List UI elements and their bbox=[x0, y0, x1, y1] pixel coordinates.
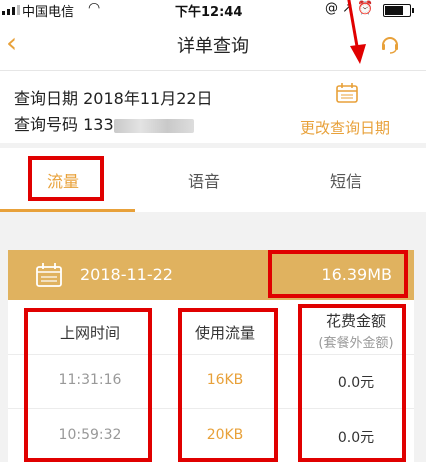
query-number-row: 查询号码 133 bbox=[14, 111, 194, 135]
summary-date: 2018-11-22 bbox=[80, 265, 173, 284]
redacted-number bbox=[113, 118, 194, 133]
calendar-icon-summary bbox=[36, 263, 62, 287]
highlight-box-total bbox=[268, 250, 408, 298]
annotation-arrow bbox=[347, 0, 366, 64]
tab-sms[interactable]: 短信 bbox=[330, 168, 362, 192]
highlight-box-tab bbox=[28, 156, 104, 201]
battery-icon bbox=[383, 4, 414, 17]
query-date-label: 查询日期 bbox=[14, 89, 79, 108]
change-date-link[interactable]: 更改查询日期 bbox=[300, 117, 390, 138]
highlight-box-usage-column bbox=[178, 308, 278, 462]
query-date-value: 2018年11月22日 bbox=[83, 89, 213, 108]
query-number-value: 133 bbox=[83, 115, 114, 134]
query-number-label: 查询号码 bbox=[14, 115, 79, 134]
carrier-name: 中国电信 bbox=[22, 5, 75, 20]
active-tab-indicator bbox=[0, 209, 135, 212]
wifi-icon: ◠ bbox=[88, 0, 101, 16]
highlight-box-time-column bbox=[24, 308, 152, 462]
signal-icon bbox=[2, 5, 20, 15]
query-date-row: 查询日期 2018年11月22日 bbox=[14, 85, 213, 109]
tab-voice[interactable]: 语音 bbox=[188, 168, 220, 192]
query-info-panel: 查询日期 2018年11月22日 查询号码 133 更改查询日期 bbox=[0, 71, 426, 143]
status-time: 下午12:44 bbox=[175, 5, 243, 20]
customer-service-headset-icon[interactable] bbox=[380, 34, 400, 54]
highlight-box-fee-column bbox=[298, 304, 406, 462]
calendar-icon[interactable] bbox=[336, 83, 358, 103]
